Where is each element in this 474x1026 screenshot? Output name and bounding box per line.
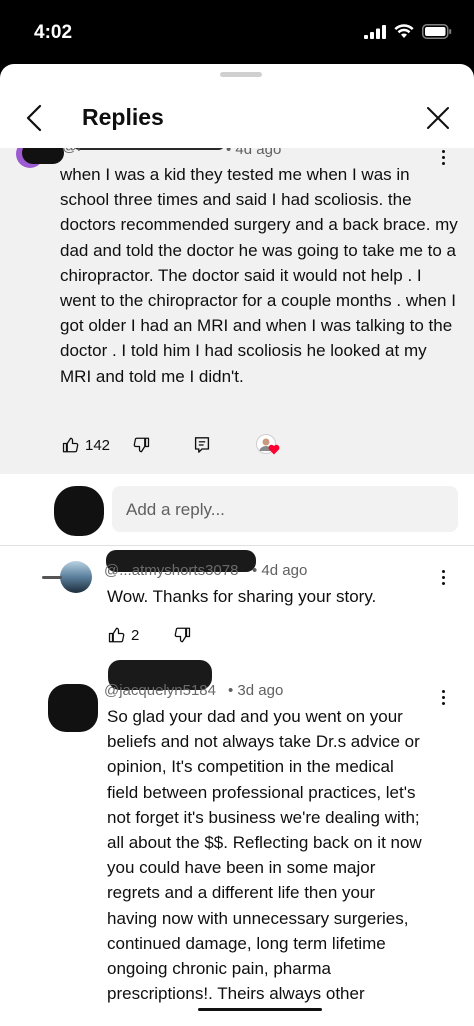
heart-icon [268, 444, 280, 455]
redaction-mark [48, 684, 98, 732]
status-bar: 4:02 [0, 0, 474, 64]
status-time: 4:02 [34, 22, 73, 43]
reply-item: @...atmyshorts3078 • 4d ago Wow. Thanks … [0, 546, 474, 656]
parent-comment-actions: 142 [62, 434, 282, 456]
replies-sheet: Replies @l • 4d ago when I was a kid the… [0, 64, 474, 1026]
wifi-icon [394, 24, 414, 38]
like-button[interactable]: 142 [62, 436, 110, 454]
sheet-grabber[interactable] [220, 72, 262, 77]
reply-timestamp: • 3d ago [228, 682, 284, 699]
reply-text: So glad your dad and you went on your be… [107, 707, 422, 1004]
cellular-signal-icon [364, 24, 386, 39]
avatar[interactable] [60, 561, 92, 593]
thumbs-down-icon [133, 437, 150, 453]
page-title: Replies [82, 104, 164, 130]
reply-input[interactable]: Add a reply... [112, 486, 458, 532]
reply-item: @jacquelyn5184 • 3d ago So glad your dad… [0, 656, 474, 1026]
reply-actions: 2 [108, 626, 191, 644]
redaction-mark [198, 1008, 322, 1011]
reply-input-area: Add a reply... [0, 474, 474, 544]
parent-comment: @l • 4d ago when I was a kid they tested… [0, 138, 474, 474]
replies-header: Replies [0, 88, 474, 148]
reply-timestamp: • 4d ago [252, 562, 308, 579]
like-count: 142 [85, 436, 111, 454]
dislike-button[interactable] [173, 626, 191, 644]
reply-menu-button[interactable] [440, 690, 446, 705]
back-button[interactable] [22, 102, 50, 134]
reply-menu-button[interactable] [440, 570, 446, 585]
reply-text: Wow. Thanks for sharing your story. [107, 587, 377, 606]
close-button[interactable] [424, 104, 452, 132]
reply-author[interactable]: @...atmyshorts3078 [104, 562, 238, 579]
reply-button[interactable] [194, 436, 210, 454]
like-count: 2 [131, 626, 140, 644]
redaction-mark [42, 576, 62, 579]
thumbs-up-icon [108, 627, 125, 643]
like-button[interactable]: 2 [108, 626, 139, 644]
timestamp-text: 4d ago [261, 562, 308, 579]
comment-icon [194, 437, 210, 453]
status-icons [364, 24, 452, 39]
dislike-button[interactable] [132, 436, 150, 454]
user-avatar [54, 486, 104, 536]
chevron-left-icon [26, 104, 42, 132]
timestamp-text: 3d ago [237, 682, 284, 699]
close-icon [427, 107, 449, 129]
thumbs-down-icon [175, 627, 191, 643]
battery-icon [422, 24, 452, 39]
comment-text: when I was a kid they tested me when I w… [60, 165, 458, 386]
reply-author[interactable]: @jacquelyn5184 [104, 682, 216, 699]
creator-heart-badge [256, 434, 282, 456]
thumbs-up-icon [62, 437, 79, 453]
